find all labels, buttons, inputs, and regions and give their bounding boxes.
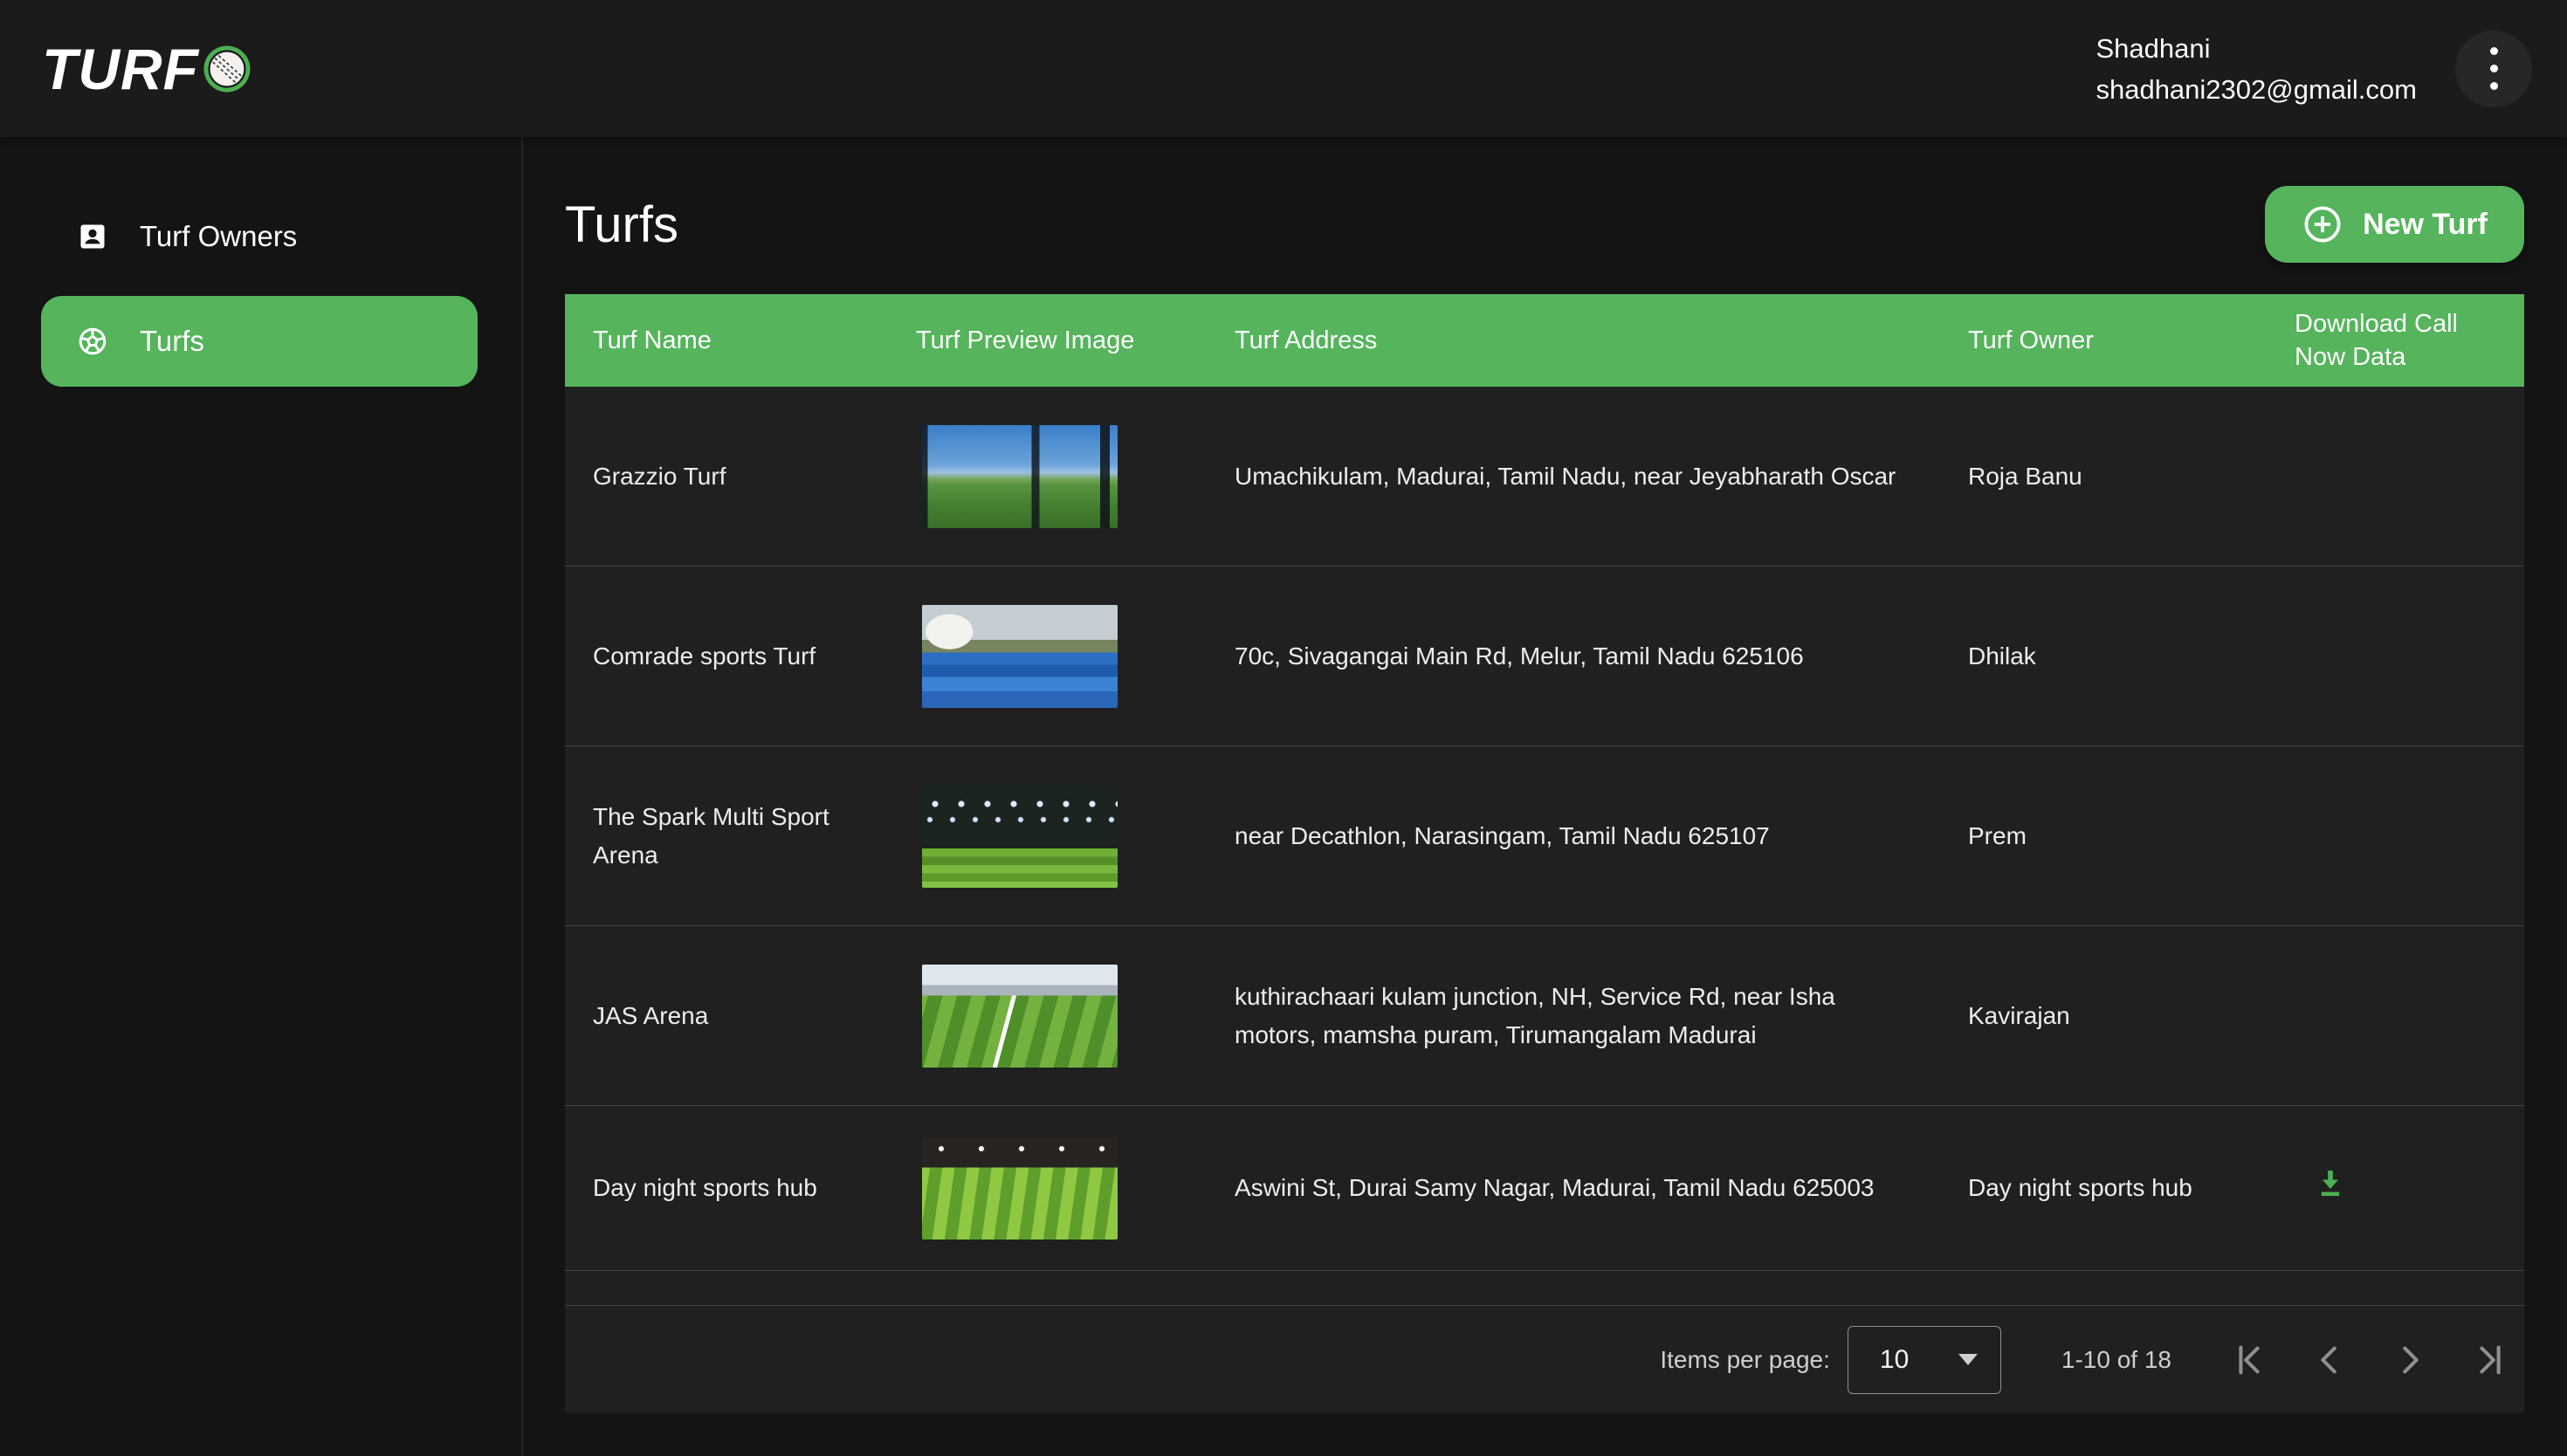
download-call-data-button[interactable] bbox=[2312, 1164, 2349, 1201]
col-header-turf-owner: Turf Owner bbox=[1940, 324, 2267, 357]
turf-name-cell: Grazzio Turf bbox=[565, 457, 888, 496]
turf-preview-cell bbox=[888, 605, 1207, 708]
turf-preview-image bbox=[922, 965, 1118, 1068]
add-circle-icon bbox=[2302, 203, 2343, 245]
paginator: Items per page: 10 1-10 of 18 bbox=[565, 1306, 2524, 1413]
download-icon bbox=[2312, 1164, 2349, 1201]
soccer-ball-icon bbox=[77, 326, 108, 357]
turf-address-cell: kuthirachaari kulam junction, NH, Servic… bbox=[1207, 978, 1940, 1054]
table-header: Turf Name Turf Preview Image Turf Addres… bbox=[565, 294, 2524, 387]
user-info: Shadhani shadhani2302@gmail.com bbox=[2096, 28, 2417, 110]
sidebar-item-turfs[interactable]: Turfs bbox=[41, 296, 478, 387]
user-email: shadhani2302@gmail.com bbox=[2096, 69, 2417, 110]
turf-name-cell: JAS Arena bbox=[565, 997, 888, 1035]
turf-address-cell: Aswini St, Durai Samy Nagar, Madurai, Ta… bbox=[1207, 1169, 1940, 1207]
chevron-right-icon bbox=[2390, 1340, 2430, 1380]
col-header-preview-image: Turf Preview Image bbox=[888, 324, 1207, 357]
table-footer-strip bbox=[565, 1271, 2524, 1306]
turf-preview-image bbox=[922, 785, 1118, 888]
main-content: Turfs New Turf Turf Name Turf Preview Im… bbox=[523, 137, 2567, 1456]
last-page-icon bbox=[2470, 1340, 2510, 1380]
topbar: TURF Shadhani shadhani2302@gmail.com bbox=[0, 0, 2567, 137]
turf-owner-cell: Day night sports hub bbox=[1940, 1169, 2267, 1207]
first-page-icon bbox=[2229, 1340, 2269, 1380]
turf-preview-cell bbox=[888, 425, 1207, 528]
chevron-down-icon bbox=[1958, 1354, 1978, 1365]
account-box-icon bbox=[77, 221, 108, 252]
user-menu-button[interactable] bbox=[2455, 31, 2532, 107]
new-turf-label: New Turf bbox=[2363, 208, 2488, 242]
items-per-page-value: 10 bbox=[1880, 1345, 1909, 1375]
table-row: JAS Arena kuthirachaari kulam junction, … bbox=[565, 926, 2524, 1106]
turf-owner-cell: Roja Banu bbox=[1940, 457, 2267, 496]
table-body: Grazzio Turf Umachikulam, Madurai, Tamil… bbox=[565, 387, 2524, 1271]
previous-page-button[interactable] bbox=[2309, 1340, 2350, 1380]
topbar-right: Shadhani shadhani2302@gmail.com bbox=[2096, 28, 2532, 110]
table-row: Day night sports hub Aswini St, Durai Sa… bbox=[565, 1106, 2524, 1271]
download-cell bbox=[2267, 1164, 2523, 1212]
turf-preview-image bbox=[922, 605, 1118, 708]
turf-owner-cell: Kavirajan bbox=[1940, 997, 2267, 1035]
turf-preview-cell bbox=[888, 1137, 1207, 1240]
table-row: Grazzio Turf Umachikulam, Madurai, Tamil… bbox=[565, 387, 2524, 567]
turf-name-cell: The Spark Multi Sport Arena bbox=[565, 798, 888, 875]
items-per-page-label: Items per page: bbox=[1660, 1346, 1830, 1374]
turf-address-cell: Umachikulam, Madurai, Tamil Nadu, near J… bbox=[1207, 457, 1940, 496]
more-vert-icon bbox=[2490, 47, 2498, 55]
turf-address-cell: near Decathlon, Narasingam, Tamil Nadu 6… bbox=[1207, 817, 1940, 855]
sidebar-item-turf-owners[interactable]: Turf Owners bbox=[41, 191, 478, 282]
logo-text: TURF bbox=[42, 36, 199, 102]
turf-owner-cell: Prem bbox=[1940, 817, 2267, 855]
col-header-turf-name: Turf Name bbox=[565, 324, 888, 357]
page-range-label: 1-10 of 18 bbox=[2061, 1346, 2171, 1374]
sidebar-item-label: Turf Owners bbox=[140, 220, 297, 253]
items-per-page-select[interactable]: 10 bbox=[1848, 1326, 2001, 1394]
turf-owner-cell: Dhilak bbox=[1940, 637, 2267, 676]
col-header-download-call-now-data: Download Call Now Data bbox=[2267, 307, 2523, 374]
turfs-table: Turf Name Turf Preview Image Turf Addres… bbox=[565, 294, 2524, 1413]
page-head: Turfs New Turf bbox=[565, 185, 2524, 264]
table-row: The Spark Multi Sport Arena near Decathl… bbox=[565, 746, 2524, 926]
turf-name-cell: Day night sports hub bbox=[565, 1169, 888, 1207]
turf-preview-cell bbox=[888, 785, 1207, 888]
turf-address-cell: 70c, Sivagangai Main Rd, Melur, Tamil Na… bbox=[1207, 637, 1940, 676]
col-header-turf-address: Turf Address bbox=[1207, 324, 1940, 357]
content-shell: Turf Owners Turfs Turfs bbox=[0, 137, 2567, 1456]
app-logo: TURF bbox=[42, 36, 253, 102]
turf-name-cell: Comrade sports Turf bbox=[565, 637, 888, 676]
turf-preview-image bbox=[922, 1137, 1118, 1240]
last-page-button[interactable] bbox=[2470, 1340, 2510, 1380]
new-turf-button[interactable]: New Turf bbox=[2265, 186, 2524, 263]
turf-preview-image bbox=[922, 425, 1118, 528]
next-page-button[interactable] bbox=[2390, 1340, 2430, 1380]
page-title: Turfs bbox=[565, 196, 678, 254]
cricket-ball-icon bbox=[201, 43, 253, 95]
first-page-button[interactable] bbox=[2229, 1340, 2269, 1380]
user-name: Shadhani bbox=[2096, 28, 2417, 69]
table-row: Comrade sports Turf 70c, Sivagangai Main… bbox=[565, 567, 2524, 746]
paginator-nav bbox=[2229, 1340, 2510, 1380]
sidebar-item-label: Turfs bbox=[140, 325, 204, 358]
chevron-left-icon bbox=[2309, 1340, 2350, 1380]
sidebar: Turf Owners Turfs bbox=[0, 137, 523, 1456]
turf-preview-cell bbox=[888, 965, 1207, 1068]
